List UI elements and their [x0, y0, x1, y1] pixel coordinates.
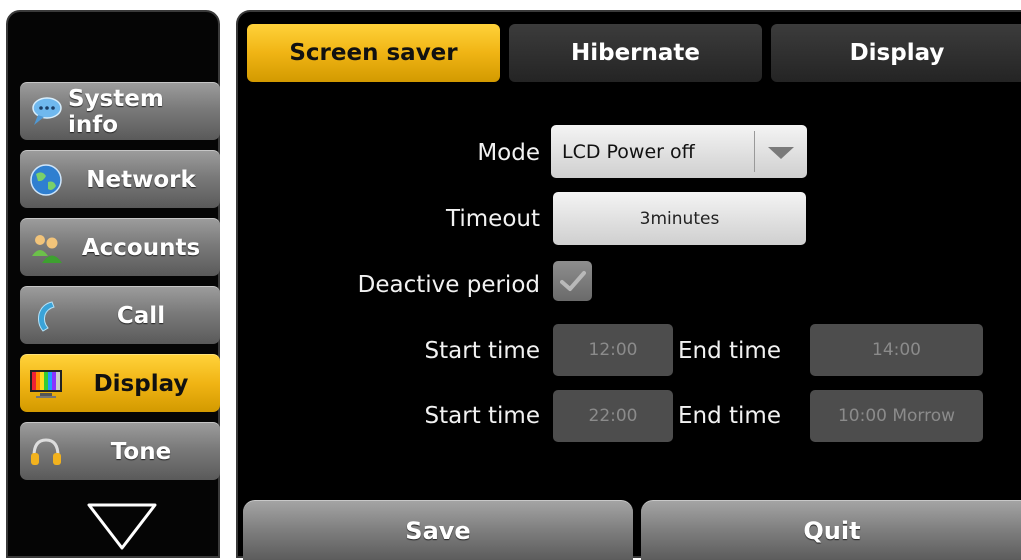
- globe-icon: [30, 164, 62, 196]
- start-time-label: Start time: [424, 403, 540, 429]
- quit-button[interactable]: Quit: [641, 500, 1021, 560]
- end-time-field[interactable]: 10:00 Morrow: [810, 390, 983, 442]
- sidebar-item-system-info[interactable]: System info: [20, 82, 220, 140]
- timeout-label: Timeout: [446, 206, 540, 232]
- tab-screen-saver[interactable]: Screen saver: [247, 24, 500, 82]
- tab-hibernate[interactable]: Hibernate: [509, 24, 762, 82]
- screen: System info Network Accounts Call Displa…: [0, 0, 1021, 560]
- save-button[interactable]: Save: [243, 500, 633, 560]
- deactive-period-label: Deactive period: [357, 272, 540, 298]
- sidebar-item-label: Tone: [110, 438, 172, 465]
- start-time-label: Start time: [424, 338, 540, 364]
- deactive-period-checkbox[interactable]: [553, 261, 592, 301]
- sidebar-item-label: Accounts: [81, 234, 201, 261]
- sidebar-item-label: Network: [86, 166, 196, 193]
- color-bars-monitor-icon: [30, 370, 62, 398]
- sidebar-item-display[interactable]: Display: [20, 354, 220, 412]
- sidebar-item-accounts[interactable]: Accounts: [20, 218, 220, 276]
- timeout-field[interactable]: 3minutes: [553, 192, 806, 245]
- sidebar-item-network[interactable]: Network: [20, 150, 220, 208]
- headphones-icon: [31, 438, 61, 465]
- users-icon: [32, 235, 62, 263]
- sidebar-item-label: Display: [93, 370, 189, 397]
- end-time-label: End time: [678, 403, 781, 429]
- checkmark-icon: [559, 271, 586, 291]
- start-time-field[interactable]: 12:00: [553, 324, 673, 376]
- chevron-down-icon: [768, 147, 794, 159]
- sidebar-item-call[interactable]: Call: [20, 286, 220, 344]
- mode-value: LCD Power off: [562, 140, 695, 163]
- sidebar-item-label: Call: [116, 302, 166, 329]
- mode-select[interactable]: LCD Power off: [551, 125, 807, 178]
- chat-bubble-icon: [32, 97, 62, 125]
- tab-display[interactable]: Display: [771, 24, 1021, 82]
- sidebar-item-label: System info: [68, 85, 164, 138]
- phone-handset-icon: [38, 301, 55, 332]
- select-divider: [754, 131, 755, 172]
- settings-content: Screen saver Hibernate Display Mode LCD …: [236, 10, 1021, 560]
- sidebar-item-tone[interactable]: Tone: [20, 422, 220, 480]
- triangle-down-icon[interactable]: [86, 502, 158, 552]
- mode-label: Mode: [477, 140, 540, 166]
- end-time-label: End time: [678, 338, 781, 364]
- settings-sidebar: System info Network Accounts Call Displa…: [6, 10, 220, 558]
- end-time-field[interactable]: 14:00: [810, 324, 983, 376]
- start-time-field[interactable]: 22:00: [553, 390, 673, 442]
